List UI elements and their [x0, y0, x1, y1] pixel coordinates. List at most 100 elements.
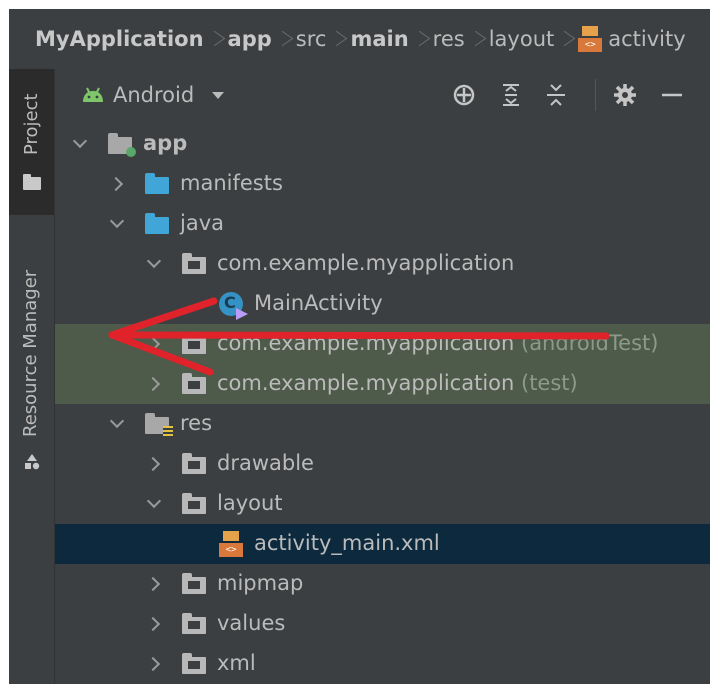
tree-item-name: activity_main.xml: [254, 531, 440, 555]
package-folder-icon: [182, 613, 206, 634]
tree-item-name: values: [217, 611, 286, 635]
package-folder-icon: [182, 253, 206, 274]
breadcrumb-label: src: [295, 27, 327, 51]
tree-item[interactable]: app: [55, 124, 710, 164]
tree-item[interactable]: drawable: [55, 444, 710, 484]
tree-item-name: MainActivity: [254, 291, 383, 315]
view-selector[interactable]: Android: [81, 81, 226, 109]
tree-item-source-set: (androidTest): [521, 331, 659, 355]
tree-item-label: manifests: [180, 171, 283, 195]
breadcrumb-item[interactable]: <> activity: [578, 26, 686, 52]
tree-item-name: com.example.myapplication: [217, 331, 515, 355]
tree-item[interactable]: com.example.myapplication: [55, 244, 710, 284]
chevron-right-icon[interactable]: [108, 174, 128, 194]
breadcrumb-item[interactable]: app: [228, 27, 272, 51]
tree-item-label: xml: [217, 651, 256, 675]
breadcrumb-separator: [417, 25, 425, 53]
package-folder-icon: [182, 373, 206, 394]
breadcrumb-separator: [473, 25, 481, 53]
chevron-down-icon[interactable]: [108, 214, 128, 234]
breadcrumb-item[interactable]: res: [433, 27, 465, 51]
tree-item[interactable]: res: [55, 404, 710, 444]
breadcrumb-label: activity: [608, 27, 686, 51]
tree-item[interactable]: manifests: [55, 164, 710, 204]
tree-item-label: MainActivity: [254, 291, 383, 315]
tree-item[interactable]: com.example.myapplication (test): [55, 364, 710, 404]
project-tab[interactable]: Project: [9, 69, 54, 215]
chevron-down-icon[interactable]: [108, 414, 128, 434]
tree-item-name: mipmap: [217, 571, 304, 595]
tree-item[interactable]: MainActivity: [55, 284, 710, 324]
tree-item[interactable]: java: [55, 204, 710, 244]
xml-file-icon: <>: [219, 531, 243, 557]
chevron-down-icon[interactable]: [145, 494, 165, 514]
chevron-right-icon[interactable]: [145, 334, 165, 354]
view-selector-label: Android: [113, 83, 195, 107]
expand-all-icon[interactable]: [498, 82, 524, 108]
package-folder-icon: [182, 333, 206, 354]
package-folder-icon: [182, 573, 206, 594]
minimize-icon[interactable]: [659, 82, 685, 108]
chevron-down-icon[interactable]: [71, 134, 91, 154]
tree-item-name: app: [143, 131, 188, 155]
resource-manager-tab-label: Resource Manager: [20, 269, 41, 437]
breadcrumb-label: app: [227, 27, 272, 51]
tree-item[interactable]: values: [55, 604, 710, 644]
tree-item-source-set: (test): [521, 371, 578, 395]
resource-folder-icon: [145, 413, 173, 438]
resource-manager-tab[interactable]: Resource Manager: [9, 219, 54, 479]
blue-folder-icon: [145, 213, 169, 234]
breadcrumb-separator: [212, 25, 220, 53]
project-tab-label: Project: [21, 93, 42, 155]
tree-item-name: res: [180, 411, 213, 435]
breadcrumb-item[interactable]: src: [296, 27, 327, 51]
breadcrumb-item[interactable]: main: [350, 27, 408, 51]
tree-item[interactable]: <> activity_main.xml: [55, 524, 710, 564]
tree-item-name: com.example.myapplication: [217, 371, 515, 395]
blue-folder-icon: [145, 173, 169, 194]
breadcrumb-separator: [562, 25, 570, 53]
tree-item[interactable]: com.example.myapplication (androidTest): [55, 324, 710, 364]
tree-item-label: com.example.myapplication (androidTest): [217, 331, 658, 355]
left-tool-strip: Project Resource Manager: [9, 69, 55, 684]
tree-item-name: java: [180, 211, 224, 235]
folder-icon: [23, 174, 41, 190]
project-tool-window: MyApplication app src main res layout <> activi…: [9, 9, 710, 684]
tree-item-name: manifests: [180, 171, 283, 195]
chevron-right-icon[interactable]: [145, 574, 165, 594]
breadcrumb-item[interactable]: layout: [489, 27, 555, 51]
chevron-right-icon[interactable]: [145, 614, 165, 634]
breadcrumb-item[interactable]: MyApplication: [35, 27, 204, 51]
breadcrumb-label: MyApplication: [35, 27, 204, 51]
breadcrumb-label: res: [432, 27, 465, 51]
toolbar-divider: [595, 79, 596, 111]
app-module-folder-icon: [108, 133, 136, 157]
package-folder-icon: [182, 493, 206, 514]
tree-item-name: layout: [217, 491, 283, 515]
package-folder-icon: [182, 653, 206, 674]
gear-icon[interactable]: [612, 82, 638, 108]
chevron-right-icon[interactable]: [145, 374, 165, 394]
project-tree: app manifests java com.example.myapplicatio…: [55, 124, 710, 684]
tree-item-label: layout: [217, 491, 283, 515]
tree-item[interactable]: xml: [55, 644, 710, 684]
tree-item-name: xml: [217, 651, 256, 675]
tree-item-label: mipmap: [217, 571, 303, 595]
breadcrumb-separator: [334, 25, 342, 53]
crosshair-icon[interactable]: [451, 82, 477, 108]
chevron-down-icon[interactable]: [145, 254, 165, 274]
chevron-right-icon[interactable]: [145, 654, 165, 674]
chevron-down-icon: [212, 92, 225, 99]
tree-item-label: app: [143, 131, 187, 155]
project-toolbar: Android: [55, 69, 710, 121]
breadcrumb-separator: [280, 25, 288, 53]
tree-item-label: activity_main.xml: [254, 531, 440, 555]
tree-item[interactable]: layout: [55, 484, 710, 524]
tree-item[interactable]: mipmap: [55, 564, 710, 604]
tree-item-label: res: [180, 411, 212, 435]
chevron-right-icon[interactable]: [145, 454, 165, 474]
tree-item-label: java: [180, 211, 224, 235]
package-folder-icon: [182, 453, 206, 474]
breadcrumb: MyApplication app src main res layout <> activi…: [9, 9, 710, 69]
collapse-all-icon[interactable]: [543, 82, 569, 108]
